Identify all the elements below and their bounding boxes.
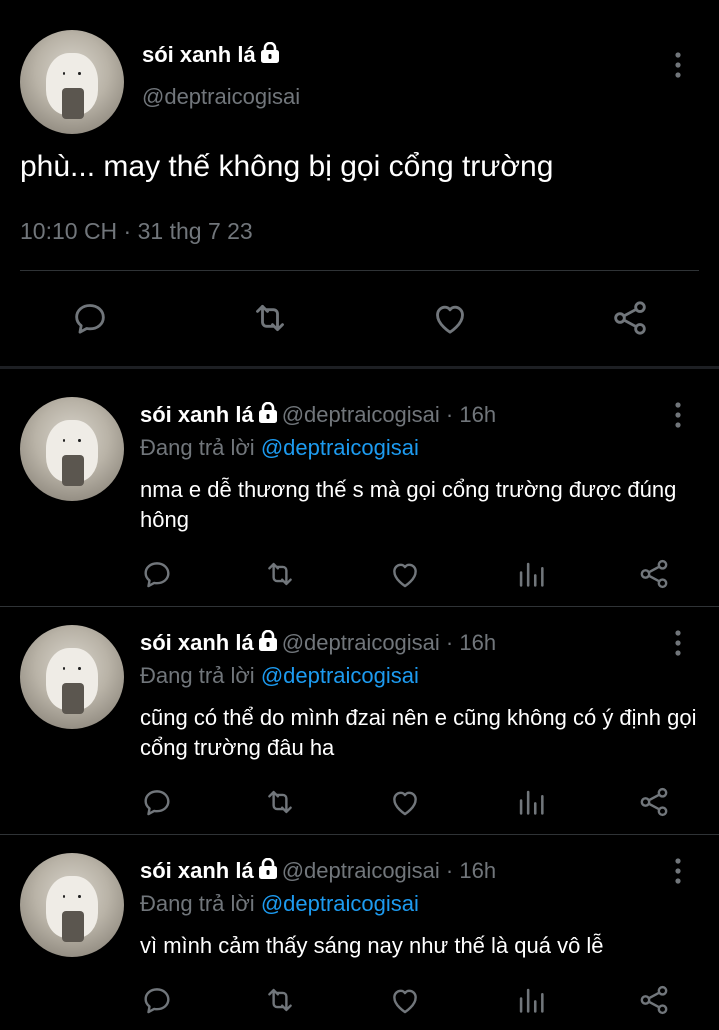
handle-time[interactable]: @deptraicogisai · 16h — [282, 402, 496, 427]
like-icon[interactable] — [388, 557, 422, 591]
like-icon[interactable] — [430, 298, 470, 338]
reply-icon[interactable] — [140, 983, 174, 1017]
avatar[interactable] — [20, 30, 124, 134]
avatar-phone — [61, 455, 85, 487]
display-name[interactable]: sói xanh lá — [140, 402, 254, 427]
display-name[interactable]: sói xanh lá — [142, 42, 256, 67]
reply-icon[interactable] — [140, 557, 174, 591]
reply-tweet[interactable]: sói xanh lá @deptraicogisai · 16h Đang tr… — [0, 607, 719, 834]
dog-eye — [62, 666, 66, 670]
main-tweet: sói xanh lá @deptraicogisai phù... may t… — [0, 0, 719, 368]
avatar[interactable] — [20, 853, 124, 957]
retweet-icon[interactable] — [263, 785, 297, 819]
share-icon[interactable] — [637, 785, 671, 819]
reply-tweet[interactable]: sói xanh lá @deptraicogisai · 16h Đang tr… — [0, 369, 719, 607]
handle[interactable]: @deptraicogisai — [142, 84, 300, 110]
analytics-icon[interactable] — [514, 557, 548, 591]
replying-to-handle-link[interactable]: @deptraicogisai — [261, 891, 419, 916]
tweet-timestamp[interactable]: 10:10 CH · 31 thg 7 23 — [20, 218, 253, 245]
tweet-text: phù... may thế không bị gọi cổng trường — [20, 150, 554, 183]
lock-icon — [258, 630, 278, 658]
replying-to: Đang trả lời @deptraicogisai — [140, 435, 419, 461]
retweet-icon[interactable] — [250, 298, 290, 338]
reply-header: sói xanh lá @deptraicogisai · 16h — [140, 858, 496, 886]
lock-icon — [258, 858, 278, 886]
reply-text: cũng có thể do mình đzai nên e cũng khôn… — [140, 705, 697, 760]
divider — [20, 270, 699, 271]
dog-eye — [62, 71, 66, 75]
dog-eye — [78, 438, 81, 442]
like-icon[interactable] — [388, 983, 422, 1017]
display-name[interactable]: sói xanh lá — [140, 858, 254, 883]
retweet-icon[interactable] — [263, 557, 297, 591]
share-icon[interactable] — [637, 557, 671, 591]
avatar-phone — [61, 911, 85, 943]
replying-to-label: Đang trả lời — [140, 663, 255, 688]
more-options-icon[interactable] — [668, 50, 688, 80]
dog-eye — [62, 438, 66, 442]
dog-eye — [78, 894, 81, 898]
dog-eye — [78, 666, 81, 670]
avatar-phone — [61, 88, 85, 120]
replying-to: Đang trả lời @deptraicogisai — [140, 891, 419, 917]
reply-icon[interactable] — [70, 298, 110, 338]
reply-text: vì mình cảm thấy sáng nay như thế là quá… — [140, 933, 604, 958]
dog-eye — [62, 894, 66, 898]
replying-to: Đang trả lời @deptraicogisai — [140, 663, 419, 689]
more-options-icon[interactable] — [668, 856, 688, 886]
more-options-icon[interactable] — [668, 400, 688, 430]
analytics-icon[interactable] — [514, 785, 548, 819]
lock-icon — [260, 42, 280, 70]
reply-header: sói xanh lá @deptraicogisai · 16h — [140, 402, 496, 430]
reply-text: nma e dễ thương thế s mà gọi cổng trường… — [140, 477, 677, 532]
display-name-line[interactable]: sói xanh lá — [142, 42, 280, 70]
display-name[interactable]: sói xanh lá — [140, 630, 254, 655]
retweet-icon[interactable] — [263, 983, 297, 1017]
reply-header: sói xanh lá @deptraicogisai · 16h — [140, 630, 496, 658]
reply-icon[interactable] — [140, 785, 174, 819]
lock-icon — [258, 402, 278, 430]
replying-to-handle-link[interactable]: @deptraicogisai — [261, 435, 419, 460]
analytics-icon[interactable] — [514, 983, 548, 1017]
replying-to-handle-link[interactable]: @deptraicogisai — [261, 663, 419, 688]
dog-eye — [78, 71, 81, 75]
replying-to-label: Đang trả lời — [140, 435, 255, 460]
handle-time[interactable]: @deptraicogisai · 16h — [282, 858, 496, 883]
handle-time[interactable]: @deptraicogisai · 16h — [282, 630, 496, 655]
replying-to-label: Đang trả lời — [140, 891, 255, 916]
more-options-icon[interactable] — [668, 628, 688, 658]
like-icon[interactable] — [388, 785, 422, 819]
reply-tweet[interactable]: sói xanh lá @deptraicogisai · 16h Đang tr… — [0, 835, 719, 1030]
avatar[interactable] — [20, 397, 124, 501]
share-icon[interactable] — [610, 298, 650, 338]
share-icon[interactable] — [637, 983, 671, 1017]
avatar[interactable] — [20, 625, 124, 729]
avatar-phone — [61, 683, 85, 715]
